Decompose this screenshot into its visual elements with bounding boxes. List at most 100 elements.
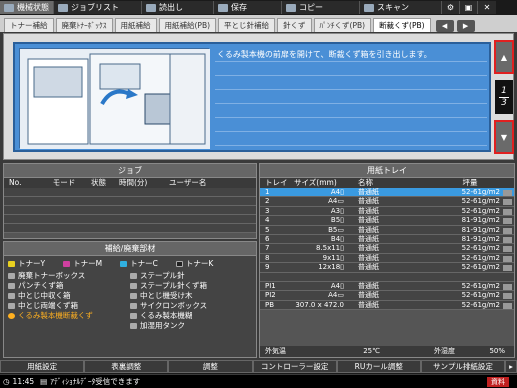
sample-output-setting-button[interactable]: サンプル排紙設定 (420, 360, 506, 373)
tray-level-icon (503, 282, 513, 290)
tray-cell-weight: 52-61g/m2 (461, 281, 500, 290)
page-up-button[interactable]: ▲ (494, 40, 514, 74)
job-table-header: No. モード 状態 時間(分) ユーザー名 (4, 178, 256, 188)
ru-curl-adjust-button[interactable]: RUカール調整 (336, 360, 421, 373)
controller-setting-button[interactable]: コントローラー設定 (252, 360, 337, 373)
guidance-blank-line (215, 90, 487, 104)
subtab-waste-toner-box[interactable]: 廃棄ﾄﾅｰﾎﾞｯｸｽ (55, 18, 113, 32)
tray-level-icon (503, 273, 513, 281)
tab-scan[interactable]: スキャン (360, 1, 442, 14)
job-list-icon (58, 3, 68, 12)
top-tab-bar: 機械状態 ジョブリスト 読出し 保存 コピー スキャン ⚙ ▣ ✕ (0, 0, 517, 15)
tray-cell-weight: 52-61g/m2 (461, 300, 500, 309)
tray-level-icon (503, 254, 513, 262)
tray-row[interactable]: 1 A4▯ 普通紙 52-61g/m2 (260, 188, 514, 198)
job-row[interactable] (4, 206, 256, 215)
tray-cell-size (290, 273, 350, 281)
bottom-button-bar: 用紙設定 表裏調整 調整 コントローラー設定 RUカール調整 サンプル排紙設定 … (0, 360, 517, 374)
tray-cell-name: 普通紙 (358, 225, 379, 234)
tab-prev-button[interactable]: ◀ (435, 20, 454, 32)
store-icon (218, 3, 228, 12)
tray-cell-name: 普通紙 (358, 216, 379, 225)
tray-cell-weight: 81-91g/m2 (461, 225, 500, 234)
job-row[interactable] (4, 215, 256, 224)
tray-panel-title: 用紙トレイ (260, 164, 514, 178)
tray-row[interactable]: 8 9x11▯ 普通紙 52-61g/m2 (260, 253, 514, 264)
page-current: 1 (501, 85, 507, 96)
tray-level-box (503, 199, 512, 206)
tray-row[interactable]: 5 B5▭ 普通紙 81-91g/m2 (260, 225, 514, 235)
job-col-status: 状態 (91, 178, 106, 187)
tray-row[interactable]: PI2 A4▭ 普通紙 52-61g/m2 (260, 291, 514, 301)
supply-punch-waste: パンチくず箱 (8, 281, 130, 290)
tray-cell-name: 普通紙 (358, 263, 379, 272)
subtab-paper-supply[interactable]: 用紙補給 (114, 18, 157, 32)
subtab-flat-staple[interactable]: 平とじ針補給 (218, 18, 276, 32)
tab-recall[interactable]: 読出し (142, 1, 214, 14)
settings-icon[interactable]: ⚙ (442, 1, 460, 14)
subtab-staple-waste[interactable]: 針くず (277, 18, 312, 32)
tray-row[interactable]: 2 A4▭ 普通紙 52-61g/m2 (260, 197, 514, 207)
status-message: ｱﾃﾞｨｼｮﾅﾙﾃﾞｰﾀ受信できます (50, 377, 141, 386)
tray-cell-size: B5▯ (330, 216, 344, 225)
tray-row[interactable]: PB 307.0 x 472.0 普通紙 52-61g/m2 (260, 300, 514, 311)
copy-icon (286, 3, 296, 12)
job-row[interactable] (4, 188, 256, 197)
bottom-next-button[interactable]: ▸ (505, 360, 517, 373)
tray-level-icon (503, 301, 513, 309)
tray-cell-weight: 52-61g/m2 (461, 188, 500, 196)
tray-cell-name: 普通紙 (358, 281, 379, 290)
subtab-toner-supply[interactable]: トナー補給 (4, 18, 54, 32)
tab-store[interactable]: 保存 (214, 1, 282, 14)
tray-cell-weight: 81-91g/m2 (461, 234, 500, 243)
subtab-punch-waste-pb[interactable]: ﾊﾟﾝﾁくず(PB) (313, 18, 372, 32)
adjust-button[interactable]: 調整 (168, 360, 253, 373)
subtab-paper-supply-pb[interactable]: 用紙補給(PB) (158, 18, 217, 32)
front-back-adjust-button[interactable]: 表裏調整 (84, 360, 169, 373)
tab-next-button[interactable]: ▶ (456, 20, 475, 32)
page-total: 3 (501, 97, 507, 108)
supply-binder-trim-waste: くるみ製本機断裁くず (8, 311, 130, 320)
tab-copy[interactable]: コピー (282, 1, 360, 14)
paper-setting-button[interactable]: 用紙設定 (0, 360, 85, 373)
tray-cell-weight: 52-61g/m2 (461, 263, 500, 272)
toner-m: トナーM (63, 259, 102, 268)
status-badge[interactable]: 資料 (487, 376, 509, 387)
guidance-blank-line (215, 132, 487, 146)
staple-icon (130, 272, 137, 279)
outside-temp-label: 外気温 (265, 347, 286, 355)
tray-row[interactable]: 6 B4▯ 普通紙 81-91g/m2 (260, 234, 514, 245)
outside-humidity-label: 外湿度 (434, 347, 455, 355)
tray-rows: 1 A4▯ 普通紙 52-61g/m2 2 A4▭ 普通紙 52-61g/m2 3 A3▯ 普通紙 5… (260, 188, 514, 311)
tab-job-list[interactable]: ジョブリスト (54, 1, 142, 14)
toner-y: トナーY (8, 259, 45, 268)
toner-m-icon (63, 260, 71, 267)
tray-level-icon (503, 216, 513, 225)
subtab-trim-waste-pb[interactable]: 断裁くず(PB) (373, 18, 431, 32)
supply-staple-waste: ステープル針くず箱 (130, 281, 252, 290)
tray-row[interactable] (260, 272, 514, 282)
tab-machine-status[interactable]: 機械状態 (0, 1, 54, 14)
tray-cell-weight: 52-61g/m2 (461, 253, 500, 262)
tray-row[interactable]: 3 A3▯ 普通紙 52-61g/m2 (260, 206, 514, 217)
close-icon[interactable]: ✕ (478, 1, 496, 14)
warning-icon (8, 312, 15, 319)
tray-table-header: トレイ サイズ(mm) 名称 坪量 (260, 178, 514, 188)
printer-icon: ▤ (40, 377, 48, 386)
tray-cell-name: 普通紙 (358, 206, 379, 215)
status-time: 11:45 (12, 377, 35, 386)
tray-col-name: 名称 (358, 178, 373, 187)
tray-cell-size: 8.5x11▯ (315, 244, 344, 253)
supply-binder-glue: くるみ製本機糊 (130, 311, 252, 320)
tray-row[interactable]: 7 8.5x11▯ 普通紙 52-61g/m2 (260, 244, 514, 254)
supply-saddle-waste: 中とじ中収く箱 (8, 291, 130, 300)
job-col-time: 時間(分) (119, 178, 148, 187)
tray-level-icon (503, 226, 513, 234)
tray-row[interactable]: PI1 A4▯ 普通紙 52-61g/m2 (260, 281, 514, 292)
job-row[interactable] (4, 224, 256, 233)
tray-row[interactable]: 9 12x18▯ 普通紙 52-61g/m2 (260, 263, 514, 273)
tray-row[interactable]: 4 B5▯ 普通紙 81-91g/m2 (260, 216, 514, 226)
job-row[interactable] (4, 197, 256, 206)
page-down-button[interactable]: ▼ (494, 120, 514, 154)
info-icon[interactable]: ▣ (460, 1, 478, 14)
